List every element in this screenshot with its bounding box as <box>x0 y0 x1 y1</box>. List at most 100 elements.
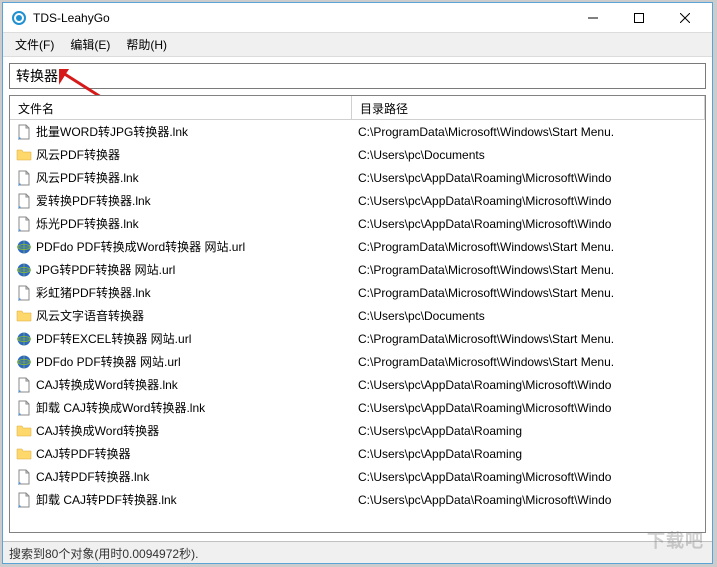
file-name: JPG转PDF转换器 网站.url <box>36 261 175 278</box>
cell-name: CAJ转换成Word转换器 <box>10 422 352 439</box>
file-path: C:\ProgramData\Microsoft\Windows\Start M… <box>352 125 705 139</box>
shortcut-file-icon <box>16 216 32 232</box>
list-item[interactable]: 风云PDF转换器C:\Users\pc\Documents <box>10 143 705 166</box>
shortcut-file-icon <box>16 377 32 393</box>
list-item[interactable]: JPG转PDF转换器 网站.url C:\ProgramData\Microsof… <box>10 258 705 281</box>
file-name: 卸载 CAJ转换成Word转换器.lnk <box>36 399 205 416</box>
list-item[interactable]: CAJ转PDF转换器 C:\Users\pc\AppData\Roaming <box>10 442 705 465</box>
list-item[interactable]: CAJ转换成Word转换器.lnk C:\Users\pc\AppData\Roa… <box>10 373 705 396</box>
file-name: 批量WORD转JPG转换器.lnk <box>36 123 188 140</box>
cell-name: 卸载 CAJ转PDF转换器.lnk <box>10 491 352 508</box>
file-name: PDFdo PDF转换器 网站.url <box>36 353 181 370</box>
search-input[interactable] <box>9 63 706 89</box>
file-path: C:\ProgramData\Microsoft\Windows\Start M… <box>352 263 705 277</box>
list-item[interactable]: PDFdo PDF转换成Word转换器 网站.url C:\ProgramData… <box>10 235 705 258</box>
list-item[interactable]: 爱转换PDF转换器.lnk C:\Users\pc\AppData\Roaming… <box>10 189 705 212</box>
file-path: C:\Users\pc\AppData\Roaming\Microsoft\Wi… <box>352 470 705 484</box>
list-item[interactable]: CAJ转换成Word转换器 C:\Users\pc\AppData\Roaming <box>10 419 705 442</box>
file-path: C:\Users\pc\AppData\Roaming\Microsoft\Wi… <box>352 401 705 415</box>
menubar: 文件(F) 编辑(E) 帮助(H) <box>3 33 712 57</box>
file-name: CAJ转换成Word转换器 <box>36 422 159 439</box>
maximize-button[interactable] <box>616 3 662 32</box>
file-path: C:\Users\pc\AppData\Roaming\Microsoft\Wi… <box>352 171 705 185</box>
shortcut-file-icon <box>16 124 32 140</box>
folder-icon <box>16 147 32 163</box>
file-path: C:\Users\pc\Documents <box>352 309 705 323</box>
file-path: C:\Users\pc\AppData\Roaming\Microsoft\Wi… <box>352 493 705 507</box>
shortcut-file-icon <box>16 193 32 209</box>
file-list: 文件名 目录路径 批量WORD转JPG转换器.lnk C:\ProgramData… <box>9 95 706 533</box>
file-name: 爱转换PDF转换器.lnk <box>36 192 151 209</box>
cell-name: CAJ转PDF转换器 <box>10 445 352 462</box>
list-item[interactable]: 烁光PDF转换器.lnk C:\Users\pc\AppData\Roaming\… <box>10 212 705 235</box>
window-title: TDS-LeahyGo <box>33 11 570 25</box>
file-name: 风云文字语音转换器 <box>36 307 144 324</box>
file-name: 烁光PDF转换器.lnk <box>36 215 139 232</box>
menu-edit[interactable]: 编辑(E) <box>62 33 118 56</box>
globe-icon <box>16 354 32 370</box>
menu-file[interactable]: 文件(F) <box>7 33 62 56</box>
folder-icon <box>16 423 32 439</box>
cell-name: 风云PDF转换器.lnk <box>10 169 352 186</box>
file-name: CAJ转换成Word转换器.lnk <box>36 376 178 393</box>
globe-icon <box>16 331 32 347</box>
cell-name: JPG转PDF转换器 网站.url <box>10 261 352 278</box>
cell-name: PDFdo PDF转换成Word转换器 网站.url <box>10 238 352 255</box>
list-item[interactable]: 彩虹猪PDF转换器.lnk C:\ProgramData\Microsoft\Wi… <box>10 281 705 304</box>
file-name: CAJ转PDF转换器.lnk <box>36 468 149 485</box>
list-item[interactable]: 批量WORD转JPG转换器.lnk C:\ProgramData\Microsof… <box>10 120 705 143</box>
cell-name: 风云文字语音转换器 <box>10 307 352 324</box>
statusbar: 搜索到80个对象(用时0.0094972秒). <box>3 541 712 563</box>
file-name: PDFdo PDF转换成Word转换器 网站.url <box>36 238 245 255</box>
menu-help[interactable]: 帮助(H) <box>118 33 175 56</box>
cell-name: 爱转换PDF转换器.lnk <box>10 192 352 209</box>
list-item[interactable]: PDF转EXCEL转换器 网站.url C:\ProgramData\Micros… <box>10 327 705 350</box>
file-name: 彩虹猪PDF转换器.lnk <box>36 284 151 301</box>
app-window: TDS-LeahyGo 文件(F) 编辑(E) 帮助(H) 文件名 目录路径 <box>2 2 713 564</box>
file-name: CAJ转PDF转换器 <box>36 445 131 462</box>
file-path: C:\Users\pc\AppData\Roaming\Microsoft\Wi… <box>352 378 705 392</box>
shortcut-file-icon <box>16 492 32 508</box>
shortcut-file-icon <box>16 285 32 301</box>
list-header: 文件名 目录路径 <box>10 96 705 120</box>
file-path: C:\ProgramData\Microsoft\Windows\Start M… <box>352 240 705 254</box>
folder-icon <box>16 446 32 462</box>
list-item[interactable]: 卸载 CAJ转换成Word转换器.lnk C:\Users\pc\AppData\… <box>10 396 705 419</box>
file-path: C:\ProgramData\Microsoft\Windows\Start M… <box>352 332 705 346</box>
file-name: 风云PDF转换器.lnk <box>36 169 139 186</box>
cell-name: 批量WORD转JPG转换器.lnk <box>10 123 352 140</box>
globe-icon <box>16 239 32 255</box>
list-item[interactable]: 卸载 CAJ转PDF转换器.lnk C:\Users\pc\AppData\Roa… <box>10 488 705 511</box>
file-path: C:\Users\pc\AppData\Roaming <box>352 447 705 461</box>
list-item[interactable]: 风云文字语音转换器 C:\Users\pc\Documents <box>10 304 705 327</box>
file-path: C:\Users\pc\Documents <box>352 148 705 162</box>
file-path: C:\ProgramData\Microsoft\Windows\Start M… <box>352 286 705 300</box>
window-controls <box>570 3 708 32</box>
cell-name: 烁光PDF转换器.lnk <box>10 215 352 232</box>
close-button[interactable] <box>662 3 708 32</box>
file-path: C:\Users\pc\AppData\Roaming\Microsoft\Wi… <box>352 194 705 208</box>
cell-name: 风云PDF转换器 <box>10 146 352 163</box>
file-path: C:\Users\pc\AppData\Roaming <box>352 424 705 438</box>
cell-name: 彩虹猪PDF转换器.lnk <box>10 284 352 301</box>
titlebar: TDS-LeahyGo <box>3 3 712 33</box>
list-item[interactable]: PDFdo PDF转换器 网站.url C:\ProgramData\Micros… <box>10 350 705 373</box>
shortcut-file-icon <box>16 469 32 485</box>
file-name: 卸载 CAJ转PDF转换器.lnk <box>36 491 177 508</box>
column-header-path[interactable]: 目录路径 <box>352 96 705 119</box>
search-area <box>3 57 712 91</box>
globe-icon <box>16 262 32 278</box>
folder-icon <box>16 308 32 324</box>
list-body[interactable]: 批量WORD转JPG转换器.lnk C:\ProgramData\Microsof… <box>10 120 705 532</box>
file-path: C:\Users\pc\AppData\Roaming\Microsoft\Wi… <box>352 217 705 231</box>
cell-name: PDFdo PDF转换器 网站.url <box>10 353 352 370</box>
file-name: PDF转EXCEL转换器 网站.url <box>36 330 191 347</box>
cell-name: PDF转EXCEL转换器 网站.url <box>10 330 352 347</box>
file-path: C:\ProgramData\Microsoft\Windows\Start M… <box>352 355 705 369</box>
shortcut-file-icon <box>16 400 32 416</box>
list-item[interactable]: 风云PDF转换器.lnk C:\Users\pc\AppData\Roaming\… <box>10 166 705 189</box>
status-text: 搜索到80个对象(用时0.0094972秒). <box>9 547 198 561</box>
column-header-name[interactable]: 文件名 <box>10 96 352 119</box>
minimize-button[interactable] <box>570 3 616 32</box>
list-item[interactable]: CAJ转PDF转换器.lnk C:\Users\pc\AppData\Roamin… <box>10 465 705 488</box>
